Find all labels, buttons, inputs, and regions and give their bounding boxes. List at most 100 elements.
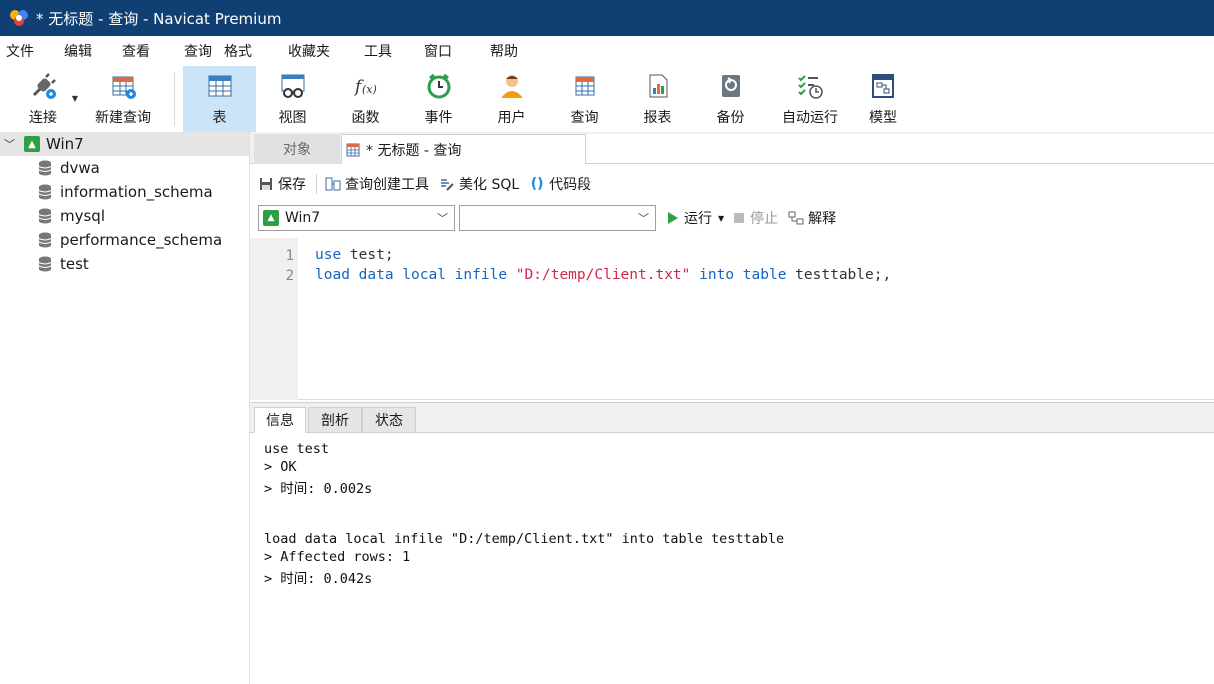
save-label: 保存 [278,177,306,193]
toolbar-user-button[interactable]: 用户 [475,66,548,132]
tab-profile[interactable]: 剖析 [308,407,362,433]
query-builder-label: 查询创建工具 [345,177,429,193]
toolbar-backup-button[interactable]: 备份 [694,66,767,132]
run-dropdown-icon[interactable]: ▼ [718,214,724,223]
stop-button[interactable]: 停止 [734,208,778,228]
database-select[interactable]: ﹀ [459,205,656,231]
connection-selector-row: ▲ Win7 ﹀ ﹀ 运行 ▼ 停止 解释 [250,202,1214,234]
chevron-down-icon[interactable]: ﹀ [4,136,18,152]
database-icon [38,160,52,176]
toolbar-user-label: 用户 [497,110,526,126]
run-controls: 运行 ▼ 停止 解释 [668,208,846,228]
menu-file[interactable]: 文件 [0,41,58,61]
menu-edit[interactable]: 编辑 [58,41,116,61]
tab-objects[interactable]: 对象 [254,134,340,164]
tab-info-label: 信息 [266,413,294,429]
code-line-1: use test; [315,247,394,267]
toolbar-report-label: 报表 [643,110,672,126]
db-name: mysql [60,207,105,225]
sql-editor[interactable]: 1 2 use test; load data local infile "D:… [250,238,1214,400]
stop-label: 停止 [750,211,779,227]
beautify-wand-icon [439,176,455,192]
message-line: load data local infile "D:/temp/Client.t… [264,531,785,547]
toolbar-view-button[interactable]: 视图 [256,66,329,132]
toolbar-connect-button[interactable]: 连接 ▼ [6,66,80,132]
sql-text: testtable;, [786,267,892,283]
beautify-sql-button[interactable]: 美化 SQL [439,174,519,194]
explain-button[interactable]: 解释 [788,208,836,228]
toolbar-separator [174,72,175,126]
run-button[interactable]: 运行 ▼ [668,208,724,228]
toolbar-event-button[interactable]: 事件 [402,66,475,132]
main-toolbar: 连接 ▼ 新建查询 表 视图 f (x) 函数 事件 用户 查询 报表 备份 自… [0,66,1214,132]
stop-icon [734,213,745,223]
menu-window[interactable]: 窗口 [418,41,484,61]
beautify-sql-label: 美化 SQL [459,177,520,193]
query-toolbar: 保存 查询创建工具 美化 SQL () 代码段 [250,168,1214,200]
menu-tools[interactable]: 工具 [358,41,418,61]
database-icon [38,208,52,224]
query-workspace: 对象 * 无标题 - 查询 保存 查询创建工具 美化 SQL () 代码段 ▲ … [250,132,1214,684]
database-icon [38,184,52,200]
toolbar-model-button[interactable]: 模型 [853,66,913,132]
toolbar-backup-label: 备份 [716,110,745,126]
menu-favorites[interactable]: 收藏夹 [282,41,358,61]
menu-query[interactable]: 查询 [178,41,218,61]
query-builder-button[interactable]: 查询创建工具 [325,174,429,194]
menu-format[interactable]: 格式 [218,41,282,61]
save-button[interactable]: 保存 [258,174,306,194]
toolbar-function-button[interactable]: f (x) 函数 [329,66,402,132]
result-panel: 信息 剖析 状态 use test > OK > 时间: 0.002s load… [250,402,1214,684]
svg-text:(x): (x) [362,83,377,96]
new-query-icon [108,71,138,101]
sql-keyword: into table [699,267,787,283]
run-label: 运行 [684,211,712,227]
tab-bar-empty-area [586,134,1214,164]
chevron-down-icon: ﹀ [638,212,649,225]
tab-info[interactable]: 信息 [254,407,306,433]
chevron-down-icon: ﹀ [437,212,448,225]
message-line: > 时间: 0.002s [264,481,373,497]
tree-db-test[interactable]: test [0,252,249,276]
toolbar-report-button[interactable]: 报表 [621,66,694,132]
document-tab-bar: 对象 * 无标题 - 查询 [250,132,1214,164]
explain-icon [788,210,804,226]
query-tab-icon [346,143,360,156]
function-icon: f (x) [351,71,381,101]
menu-help[interactable]: 帮助 [484,41,544,61]
line-number: 1 [285,248,294,264]
window-title: * 无标题 - 查询 - Navicat Premium [36,9,282,28]
connect-dropdown-icon[interactable]: ▼ [72,94,78,103]
tree-db-mysql[interactable]: mysql [0,204,249,228]
menu-view[interactable]: 查看 [116,41,178,61]
tree-connection-win7[interactable]: ﹀ ▲ Win7 [0,132,249,156]
event-clock-icon [424,71,454,101]
tab-status[interactable]: 状态 [362,407,416,433]
autorun-icon [795,71,825,101]
sql-keyword: load data local infile [315,267,508,283]
tab-query-label: * 无标题 - 查询 [366,142,462,159]
toolbar-new-query-button[interactable]: 新建查询 [80,66,166,132]
toolbar-autorun-button[interactable]: 自动运行 [767,66,853,132]
report-icon [643,71,673,101]
line-number-gutter: 1 2 [250,238,298,400]
code-snippet-icon: () [530,176,544,192]
tree-db-information-schema[interactable]: information_schema [0,180,249,204]
mysql-connection-icon: ▲ [24,136,40,152]
user-icon [497,71,527,101]
toolbar-model-label: 模型 [869,110,897,126]
view-icon [278,71,308,101]
code-snippet-button[interactable]: () 代码段 [529,174,591,194]
toolbar-query-button[interactable]: 查询 [548,66,621,132]
tree-db-dvwa[interactable]: dvwa [0,156,249,180]
tab-query[interactable]: * 无标题 - 查询 [341,134,586,164]
sql-string: "D:/temp/Client.txt" [515,267,691,283]
connection-select[interactable]: ▲ Win7 ﹀ [258,205,455,231]
toolbar-table-button[interactable]: 表 [183,66,256,132]
tree-db-performance-schema[interactable]: performance_schema [0,228,249,252]
play-icon [668,212,678,224]
toolbar-event-label: 事件 [424,110,453,126]
connection-name: Win7 [46,135,84,153]
message-line: > 时间: 0.042s [264,571,373,587]
title-bar: * 无标题 - 查询 - Navicat Premium [0,0,1214,36]
